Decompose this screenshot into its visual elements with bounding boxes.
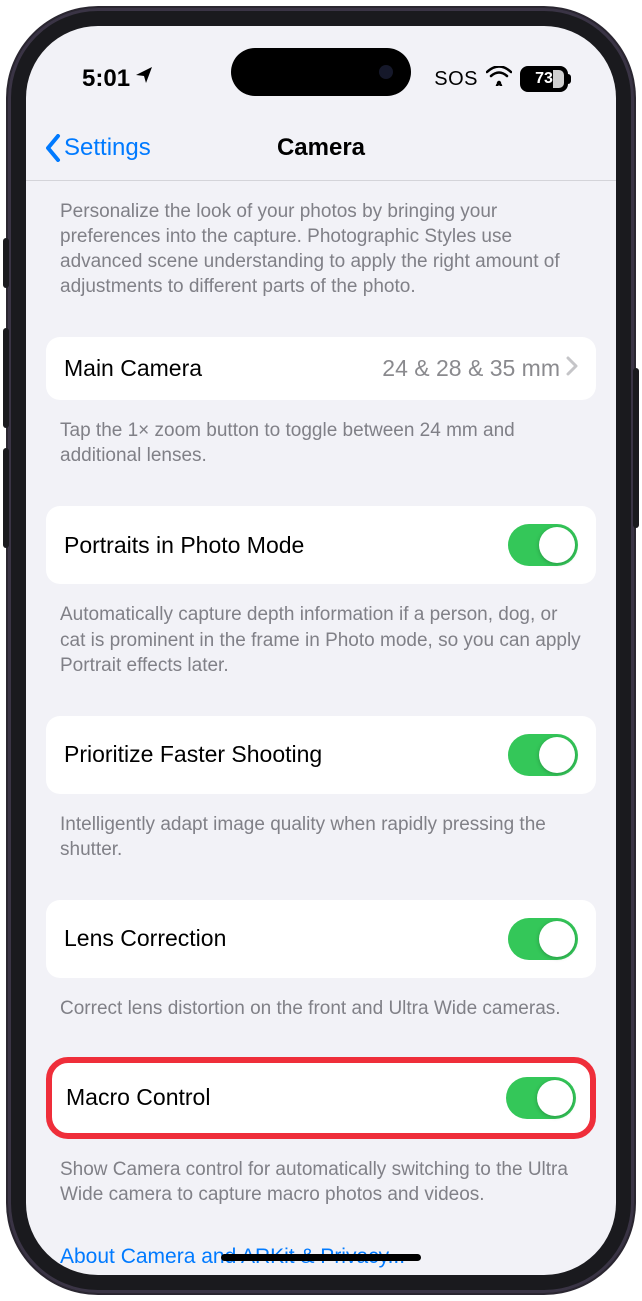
- macro-control-desc: Show Camera control for automatically sw…: [46, 1139, 596, 1221]
- power-button: [633, 368, 639, 528]
- faster-shooting-toggle[interactable]: [508, 734, 578, 776]
- battery-icon: 73: [520, 66, 568, 92]
- dynamic-island: [231, 48, 411, 96]
- battery-percent: 73: [522, 68, 566, 90]
- back-button[interactable]: Settings: [44, 134, 151, 162]
- back-label: Settings: [64, 134, 151, 162]
- nav-bar: Settings Camera: [26, 106, 616, 181]
- main-camera-value: 24 & 28 & 35 mm: [382, 355, 560, 382]
- portraits-toggle[interactable]: [508, 524, 578, 566]
- macro-control-row: Macro Control: [46, 1057, 596, 1139]
- macro-control-toggle[interactable]: [506, 1077, 576, 1119]
- device-frame: 5:01 SOS 73 Setting: [8, 8, 634, 1293]
- macro-control-label: Macro Control: [66, 1084, 506, 1111]
- home-indicator[interactable]: [221, 1254, 421, 1261]
- portraits-row: Portraits in Photo Mode: [46, 506, 596, 584]
- main-camera-desc: Tap the 1× zoom button to toggle between…: [46, 400, 596, 482]
- wifi-icon: [486, 65, 512, 93]
- location-icon: [134, 65, 154, 91]
- portraits-desc: Automatically capture depth information …: [46, 584, 596, 691]
- lens-correction-label: Lens Correction: [64, 925, 508, 952]
- content[interactable]: Personalize the look of your photos by b…: [26, 181, 616, 1275]
- lens-correction-toggle[interactable]: [508, 918, 578, 960]
- side-button: [3, 238, 9, 288]
- chevron-right-icon: [566, 356, 578, 381]
- status-time: 5:01: [82, 65, 130, 93]
- volume-down-button: [3, 448, 9, 548]
- main-camera-label: Main Camera: [64, 355, 382, 382]
- volume-up-button: [3, 328, 9, 428]
- screen: 5:01 SOS 73 Setting: [26, 26, 616, 1275]
- chevron-left-icon: [44, 134, 62, 162]
- faster-shooting-row: Prioritize Faster Shooting: [46, 716, 596, 794]
- intro-description: Personalize the look of your photos by b…: [46, 181, 596, 313]
- main-camera-row[interactable]: Main Camera 24 & 28 & 35 mm: [46, 337, 596, 400]
- sos-indicator: SOS: [434, 68, 478, 91]
- portraits-label: Portraits in Photo Mode: [64, 532, 508, 559]
- about-link[interactable]: About Camera and ARKit & Privacy...: [46, 1221, 596, 1269]
- faster-shooting-desc: Intelligently adapt image quality when r…: [46, 794, 596, 876]
- lens-correction-desc: Correct lens distortion on the front and…: [46, 978, 596, 1035]
- lens-correction-row: Lens Correction: [46, 900, 596, 978]
- faster-shooting-label: Prioritize Faster Shooting: [64, 741, 508, 768]
